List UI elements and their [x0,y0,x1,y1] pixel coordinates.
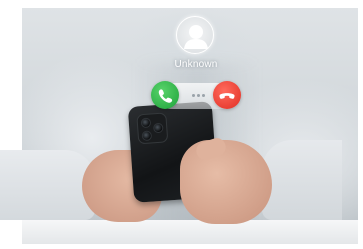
person-silhouette-icon [184,25,208,49]
caller-avatar [176,16,214,54]
left-sleeve [0,150,95,220]
table-surface [22,220,358,244]
phone-accept-icon [158,89,173,103]
camera-lens [140,117,152,129]
camera-lens [141,130,153,142]
phone-decline-icon [219,93,235,99]
caller-name-label: Unknown [174,59,218,70]
decline-call-button[interactable] [213,81,241,109]
bar-indicator [192,94,208,98]
accept-call-button[interactable] [151,81,179,109]
camera-module [136,112,169,145]
camera-lens [152,122,164,134]
right-sleeve [262,140,342,220]
right-hand [180,140,272,224]
